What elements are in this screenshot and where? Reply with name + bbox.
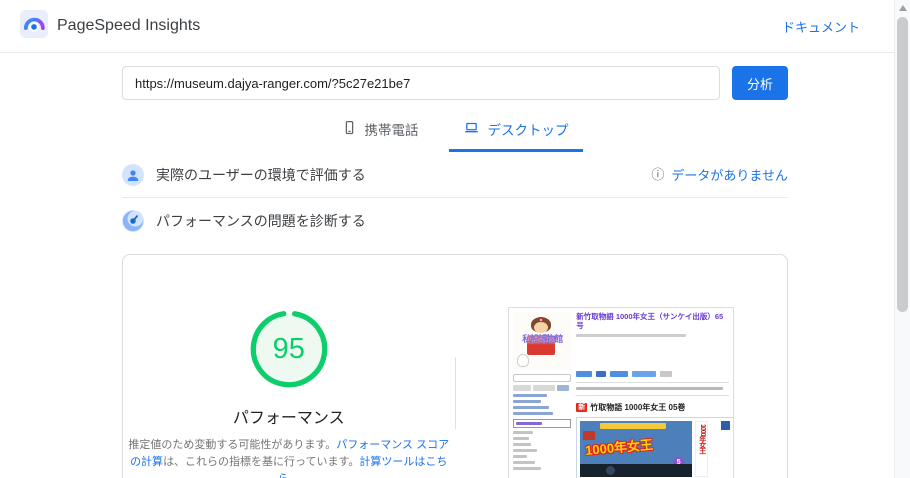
thumb-button [513, 385, 532, 391]
app-header: PageSpeed Insights ドキュメント [0, 0, 910, 53]
new-badge: 新 [576, 402, 588, 412]
no-data-label: データがありません [671, 168, 788, 183]
screenshot-column: 私設博物館 新竹取物語 1000年女王（サンケイ出版）65号 新 竹取物語 10… [456, 307, 788, 478]
home-link[interactable]: PageSpeed Insights [20, 9, 201, 43]
tab-mobile[interactable]: 携帯電話 [328, 110, 433, 152]
thumb-button [533, 385, 556, 391]
thumb-tags-bar [576, 386, 724, 390]
scroll-up-arrow-icon[interactable] [899, 5, 907, 11]
thumb-divider [576, 381, 730, 383]
desktop-laptop-icon [463, 120, 480, 138]
thumb-category-box [513, 419, 572, 428]
thumb-search-box [513, 374, 572, 382]
mobile-phone-icon [342, 120, 357, 138]
thumb-link-bar [513, 467, 542, 470]
thumb-share-button [596, 370, 607, 377]
pagespeed-insights-page: PageSpeed Insights ドキュメント 分析 携帯電話 [0, 0, 910, 478]
thumb-share-button [660, 370, 673, 377]
thumb-link-bar [513, 394, 548, 397]
cover-spine-strip: 1000年女王 [695, 420, 709, 477]
field-data-panel[interactable]: 実際のユーザーの環境で評価する ⓘ データがありません [122, 152, 788, 198]
thumb-link-bar [513, 449, 538, 452]
analyze-form: 分析 [122, 66, 788, 100]
performance-score-label: パフォーマンス [232, 410, 345, 427]
cover-dark-band [580, 463, 693, 477]
app-title: PageSpeed Insights [57, 17, 201, 34]
cover-imprint-band [600, 422, 667, 429]
score-note-text-1: 推定値のため変動する可能性があります。 [128, 439, 337, 451]
report-card-body: 95 パフォーマンス 推定値のため変動する可能性があります。パフォーマンス スコ… [123, 255, 787, 478]
page-scrollbar[interactable] [894, 0, 910, 478]
thumb-link-bar [513, 455, 528, 458]
report-card: 95 パフォーマンス 推定値のため変動する可能性があります。パフォーマンス スコ… [122, 254, 788, 478]
thumb-link-bar [513, 443, 532, 446]
field-data-title: 実際のユーザーの環境で評価する [156, 166, 366, 183]
banner-cat [517, 354, 530, 367]
pagespeed-logo-icon [20, 9, 48, 43]
thumb-link-bar [513, 461, 536, 464]
thumb-page-heading: 新竹取物語 1000年女王（サンケイ出版）65号 [576, 312, 724, 331]
thumb-section-heading-row: 新 竹取物語 1000年女王 05巻 [576, 402, 729, 413]
thumb-site-banner: 私設博物館 [513, 312, 572, 370]
info-icon: ⓘ [651, 167, 665, 182]
comic-cover-image: 1000年女王 5 [580, 420, 693, 477]
thumb-link-bar [513, 412, 554, 415]
thumb-link-bar [513, 406, 550, 409]
thumb-button [557, 385, 570, 391]
scrollbar-thumb[interactable] [897, 17, 908, 312]
tab-mobile-label: 携帯電話 [364, 123, 419, 138]
tab-desktop[interactable]: デスクトップ [448, 110, 583, 152]
spine-title-text: 1000年女王 [698, 423, 706, 454]
device-tabs: 携帯電話 デスクトップ [122, 110, 788, 152]
cover-planet [606, 465, 616, 475]
page-screenshot-thumbnail[interactable]: 私設博物館 新竹取物語 1000年女王（サンケイ出版）65号 新 竹取物語 10… [508, 307, 735, 478]
lab-data-title: パフォーマンスの問題を診断する [156, 213, 366, 229]
thumb-link-bar [513, 431, 534, 434]
tab-desktop-label: デスクトップ [487, 123, 569, 138]
performance-score-gauge: 95 [247, 307, 331, 391]
thumb-divider [576, 394, 730, 396]
thumb-cover-frame: 1000年女王 5 1000年女王 [576, 416, 734, 478]
thumb-content: 新竹取物語 1000年女王（サンケイ出版）65号 新 竹取物語 1000年女王 … [576, 312, 734, 478]
analyze-button[interactable]: 分析 [732, 66, 788, 100]
main-content: 分析 携帯電話 デスクトップ [122, 66, 788, 478]
thumb-section-heading: 竹取物語 1000年女王 05巻 [590, 402, 686, 412]
performance-score-value: 95 [272, 332, 305, 365]
thumb-button-row [513, 385, 571, 391]
real-users-icon [122, 163, 144, 186]
thumb-category-bar [516, 422, 543, 425]
thumb-social-buttons [576, 370, 729, 377]
diagnose-gauge-icon [122, 210, 144, 232]
thumb-sidebar: 私設博物館 [513, 312, 572, 474]
thumb-link-bar [513, 437, 530, 440]
score-column: 95 パフォーマンス 推定値のため変動する可能性があります。パフォーマンス スコ… [123, 307, 455, 478]
thumb-publisher-mark [721, 420, 731, 430]
thumb-share-button [610, 370, 629, 377]
score-note-text-2: は、これらの指標を基に行っています。 [163, 456, 360, 469]
thumb-breadcrumb-bar [576, 333, 687, 337]
thumb-share-button [632, 370, 657, 377]
thumb-share-button [576, 370, 593, 377]
url-input[interactable] [122, 66, 720, 100]
documentation-link[interactable]: ドキュメント [782, 17, 860, 36]
thumb-site-title: 私設博物館 [522, 334, 563, 344]
thumb-link-bar [513, 400, 542, 403]
score-note: 推定値のため変動する可能性があります。パフォーマンス スコアの計算は、これらの指… [128, 437, 450, 478]
lab-data-panel[interactable]: パフォーマンスの問題を診断する [122, 198, 788, 244]
field-data-status[interactable]: ⓘ データがありません [651, 165, 788, 184]
